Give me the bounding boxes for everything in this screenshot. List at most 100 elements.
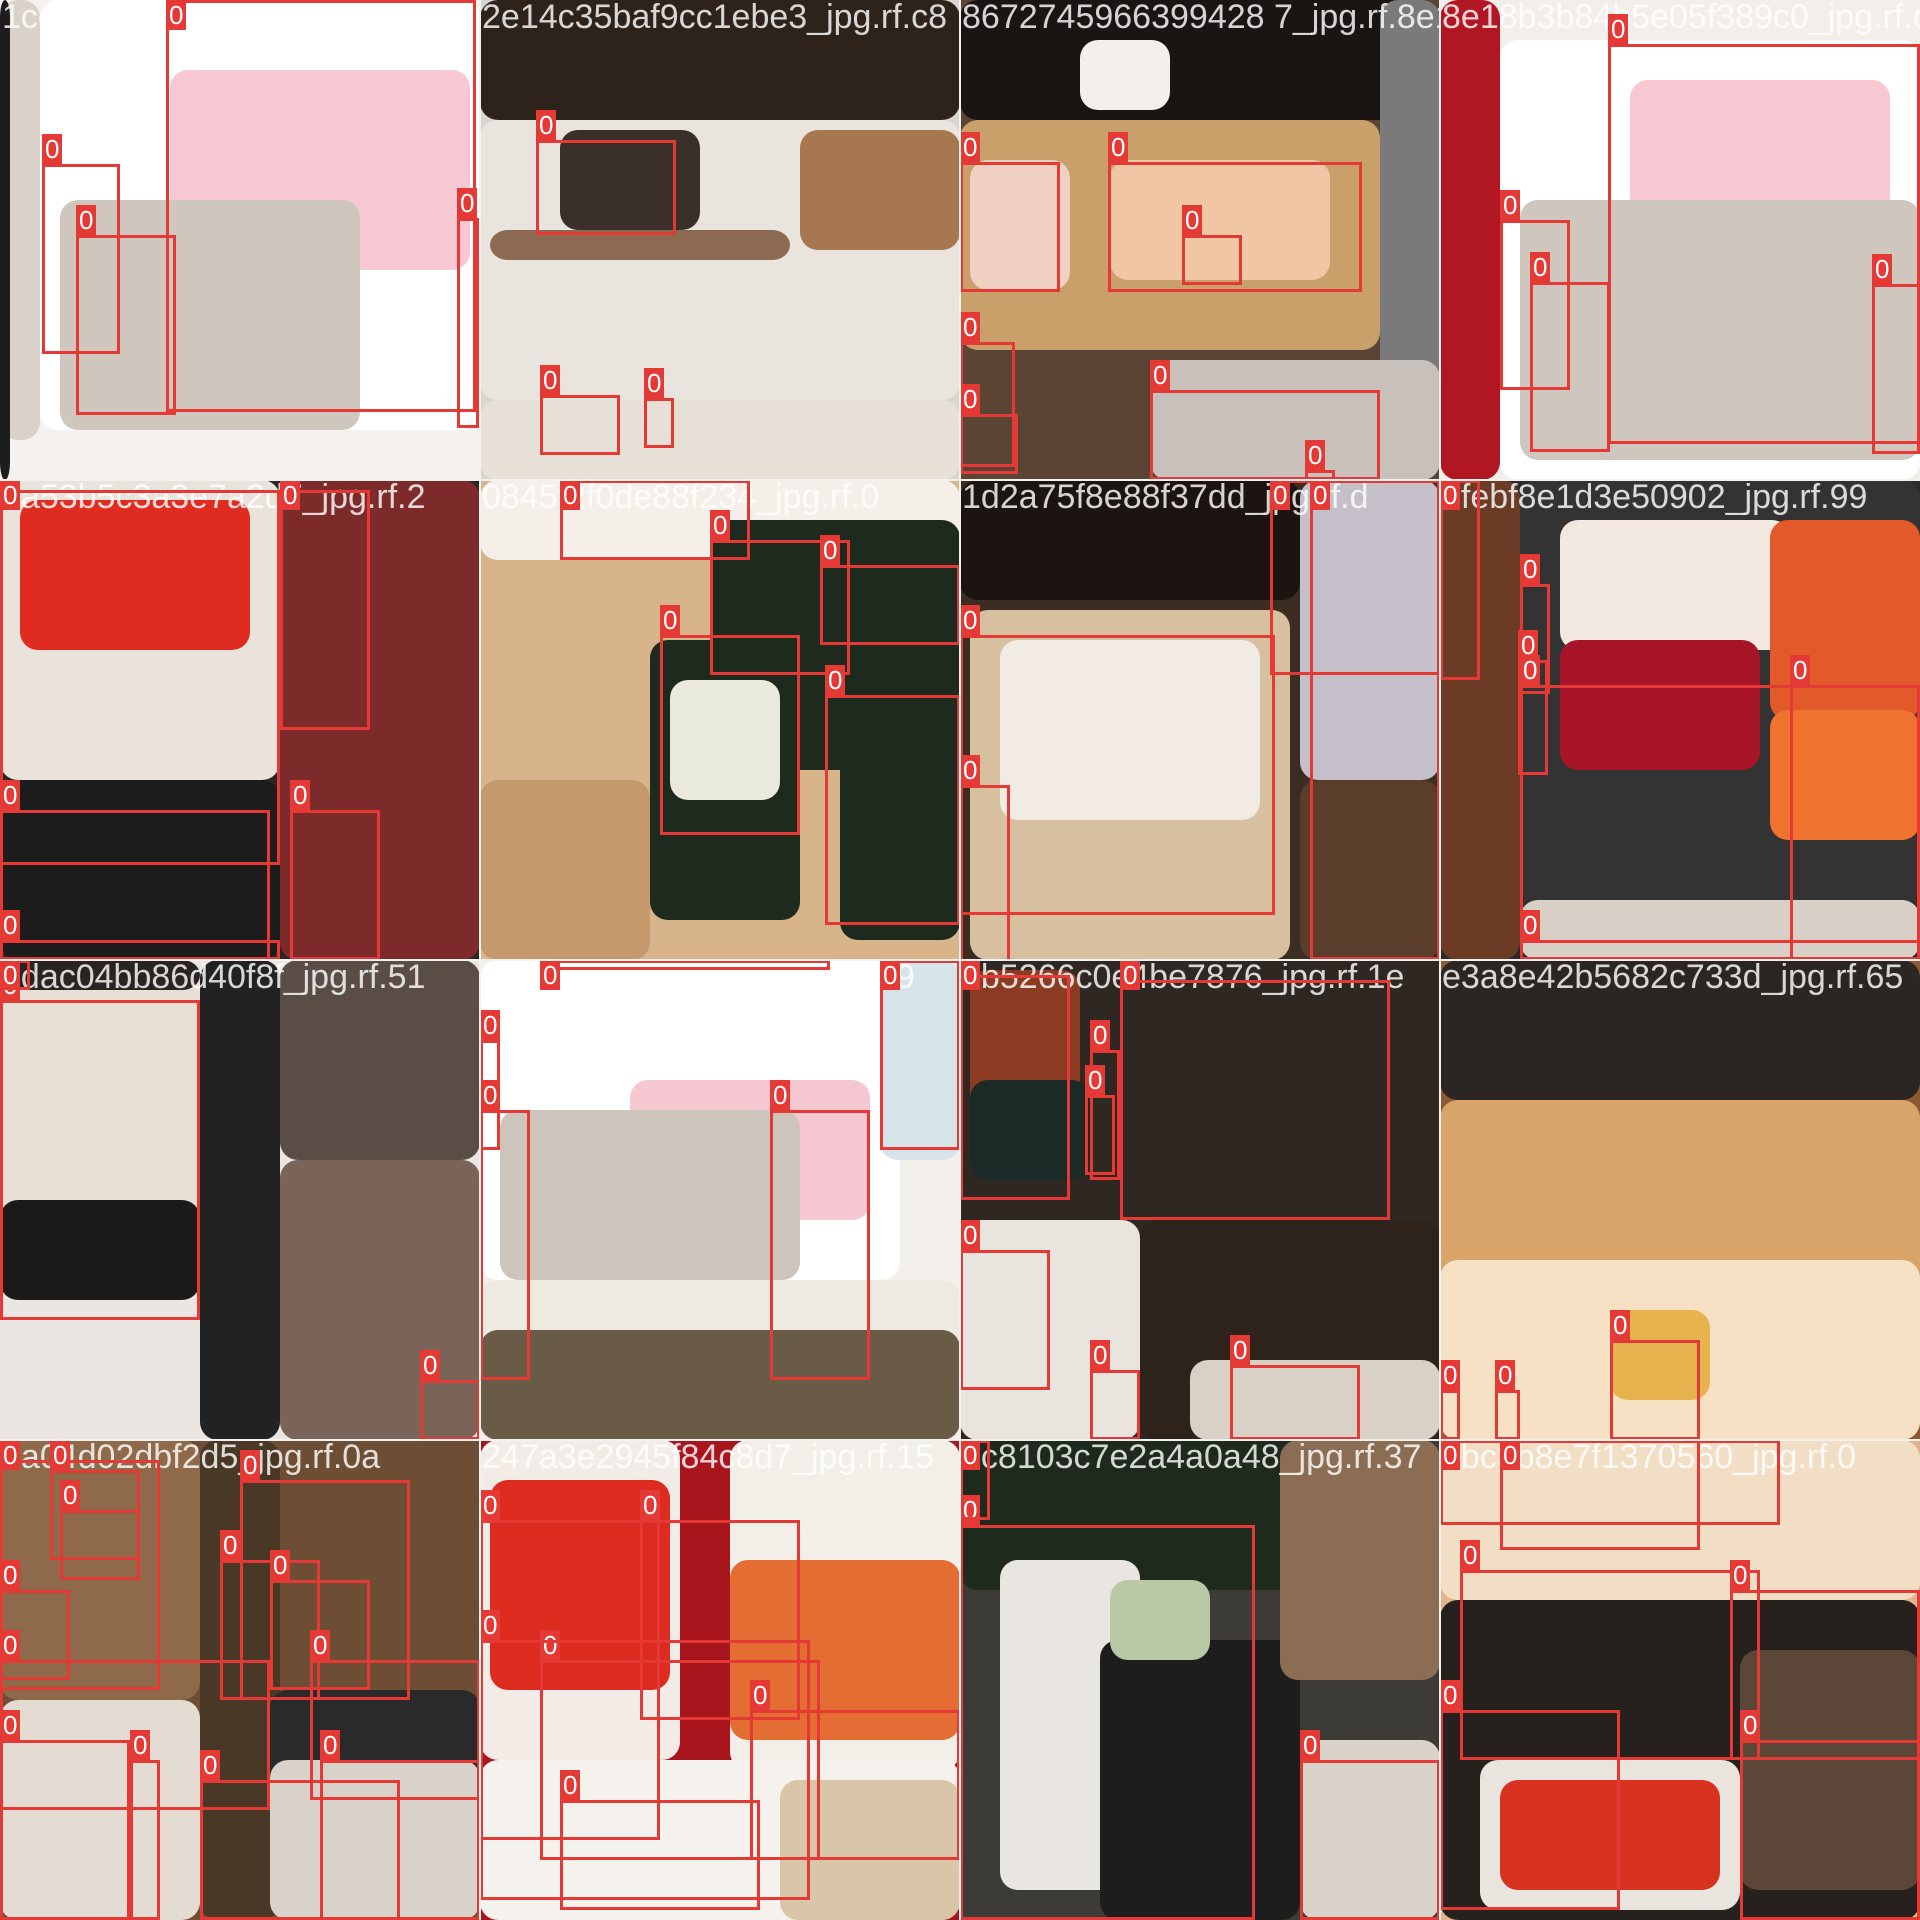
detection-label: 0 [1108,132,1129,162]
photo-region [0,960,200,990]
photo-region [1560,520,1790,650]
mosaic-tile: e3a8e42b5682c733d_jpg.rf.65 0 0 0 [1440,960,1920,1440]
detection-label: 0 [220,1530,241,1560]
photo-region [270,1760,480,1920]
photo-region [970,160,1070,290]
detection-label: 0 [0,780,21,810]
detection-label: 0 [42,134,63,164]
tile-photo [1440,1440,1920,1920]
photo-region [800,130,960,250]
detection-label: 0 [1520,554,1541,584]
photo-region [480,400,960,480]
detection-label: 0 [1300,1730,1321,1760]
mosaic-tile: 8e18b3b84b5e05f389c0_jpg.rf.d 0 0 0 0 [1440,0,1920,480]
photo-region [880,960,960,1160]
photo-region [1770,710,1920,840]
photo-region [960,480,1300,600]
photo-region [1100,1640,1300,1920]
detection-label: 0 [1495,1360,1516,1390]
photo-region [1500,1780,1720,1890]
mosaic-grid: 1ce819ff4041fbe2_jpg.rf.940 0 0 0 0 2e14c35ba… [0,0,1920,1920]
photo-region [670,680,780,800]
detection-label: 0 [1120,960,1141,990]
photo-region [490,230,790,260]
detection-label: 0 [480,1010,501,1040]
photo-region [960,1220,1140,1440]
tile-photo [480,0,960,480]
detection-label: 0 [1150,360,1171,390]
photo-region [200,1440,280,1920]
detection-label: 0 [480,1610,501,1640]
detection-label: 0 [480,1490,501,1520]
detection-label: 0 [280,480,301,510]
detection-label: 0 [480,1080,501,1110]
photo-region [480,780,650,960]
detection-label: 0 [0,1710,21,1740]
detection-label: 0 [960,384,981,414]
tile-photo [480,960,960,1440]
photo-region [280,960,480,1160]
tile-photo [1440,480,1920,960]
tile-photo [480,1440,960,1920]
detection-label: 0 [50,1440,71,1470]
detection-label: 0 [750,1680,771,1710]
tile-photo [1440,0,1920,480]
detection-label: 0 [1730,1560,1751,1590]
mosaic-tile: 3a53b5c3a3e7a2d7_jpg.rf.2 0 0 0 0 0 [0,480,480,960]
photo-region [280,1160,480,1440]
photo-region [0,0,10,480]
detection-label: 0 [770,1080,791,1110]
detection-label: 0 [1530,252,1551,282]
tile-divider [1439,0,1441,1920]
detection-label: 0 [0,1630,21,1660]
detection-label: 0 [960,755,981,785]
photo-region [0,780,280,960]
mosaic-tile: 0845f2f0de88f234_jpg.rf.0 0 0 0 0 0 [480,480,960,960]
detection-label: 0 [1440,1360,1461,1390]
detection-label: 0 [644,368,665,398]
photo-region [1440,480,1520,960]
detection-label: 0 [1182,205,1203,235]
photo-region [480,1330,960,1440]
detection-label: 0 [1460,1540,1481,1570]
photo-region [1190,1360,1440,1440]
detection-label: 0 [1310,480,1331,510]
photo-region [1740,1650,1920,1890]
photo-region [0,1200,200,1300]
detection-label: 0 [1440,480,1461,510]
photo-region [500,1110,800,1280]
photo-region [1150,360,1440,480]
mosaic-tile: 8672745966399428 7_jpg.rf.8e1 0 0 0 0 0 0 0 [960,0,1440,480]
photo-region [1110,160,1330,280]
detection-label: 0 [820,535,841,565]
photo-region [1080,40,1170,110]
detection-label: 0 [457,188,478,218]
photo-region [280,480,480,960]
detection-label: 0 [76,205,97,235]
detection-label: 0 [1230,1335,1251,1365]
detection-label: 0 [880,960,901,990]
photo-region [1110,1580,1210,1660]
detection-label: 0 [540,365,561,395]
photo-region [1300,780,1440,960]
photo-region [0,1700,200,1920]
mosaic-tile: 0bc3b8e7f1370560_jpg.rf.0 0 0 0 0 0 0 [1440,1440,1920,1920]
detection-label: 0 [200,1750,221,1780]
detection-label: 0 [166,0,187,30]
photo-region [1300,480,1440,780]
detection-label: 0 [536,110,557,140]
photo-region [1280,1440,1440,1680]
detection-label: 0 [0,960,21,990]
tile-photo [960,480,1440,960]
detection-label: 0 [420,1350,441,1380]
mosaic-tile: 0dac04bb86d40f8f_jpg.rf.51000 [0,960,480,1440]
detection-label: 0 [640,1490,661,1520]
tile-divider [0,1439,1920,1441]
photo-region [780,1780,960,1920]
photo-region [1440,960,1920,1100]
detection-label: 0 [1500,1440,1521,1470]
detection-label: 0 [1270,480,1291,510]
mosaic-tile: 4c8103c7e2a4a0a48_jpg.rf.37 0 0 0 [960,1440,1440,1920]
detection-label: 0 [1090,1340,1111,1370]
detection-label: 0 [1440,1680,1461,1710]
